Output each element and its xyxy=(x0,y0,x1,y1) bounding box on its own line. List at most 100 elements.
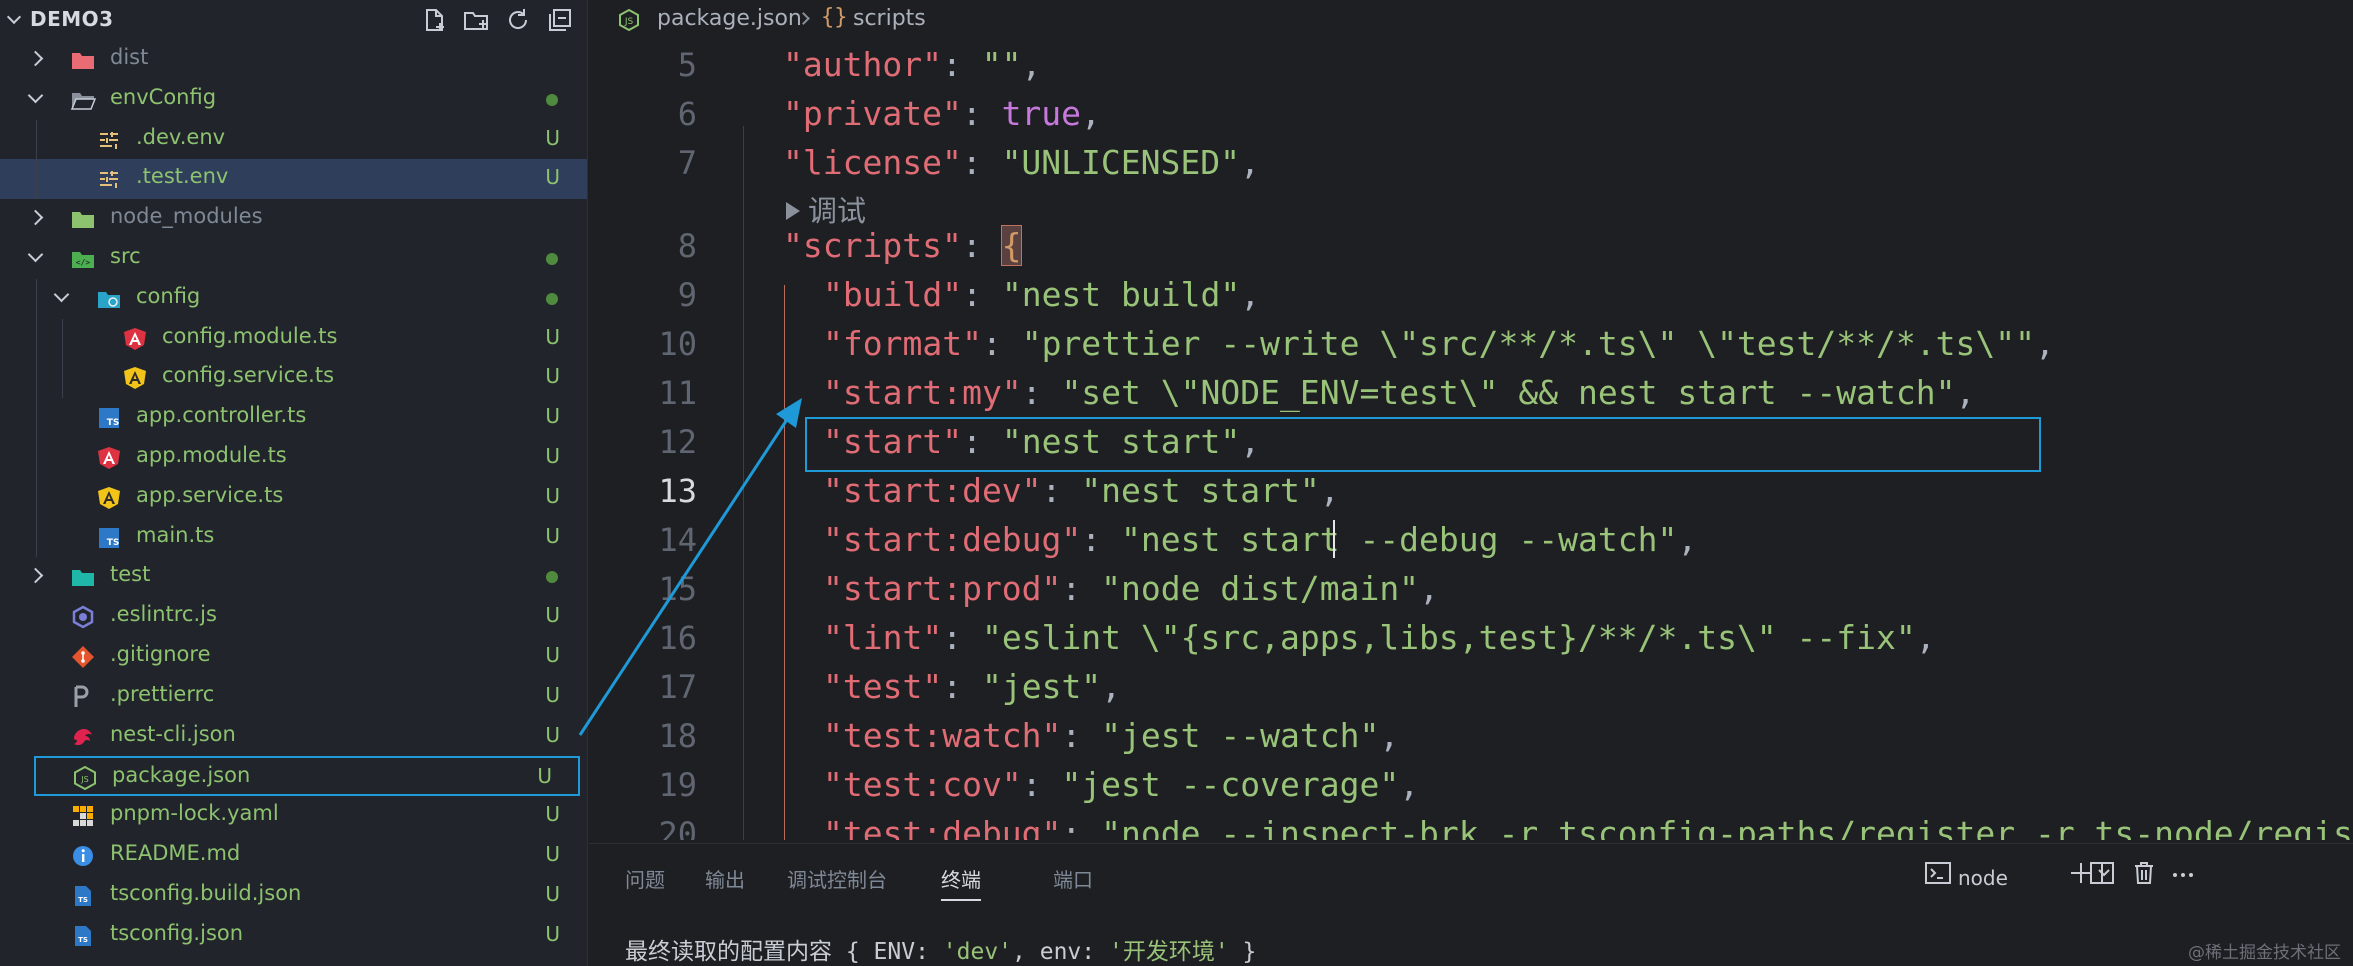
json-value: "set \"NODE_ENV=test\" && nest start --w… xyxy=(1061,373,1956,412)
chevron-down-icon[interactable] xyxy=(27,246,44,263)
code-editor[interactable]: 调试 5 "author": "", 6 "private": true, 7 "lice… xyxy=(589,40,2353,840)
tree-file[interactable]: TS tsconfig.json U xyxy=(0,916,587,956)
workspace-title[interactable]: DEMO3 xyxy=(30,7,114,31)
breadcrumb: JS package.json {} scripts xyxy=(589,0,2353,40)
code-line[interactable]: 14 "start:debug": "nest start --debug --w… xyxy=(589,515,2353,564)
new-folder-icon[interactable] xyxy=(462,6,492,34)
tree-item-label: app.module.ts xyxy=(136,443,287,467)
breadcrumb-symbol[interactable]: scripts xyxy=(853,6,926,31)
panel-tab[interactable]: 调试控制台 xyxy=(787,864,887,893)
chevron-down-icon[interactable] xyxy=(6,9,22,25)
tree-item-label: .prettierrc xyxy=(110,681,215,706)
code-line[interactable]: 11 "start:my": "set \"NODE_ENV=test\" && … xyxy=(589,368,2353,417)
panel-tab[interactable]: 输出 xyxy=(705,864,745,893)
git-status-badge: U xyxy=(545,404,560,429)
more-actions-icon[interactable] xyxy=(2169,858,2199,890)
tree-file[interactable]: TS app.controller.ts U xyxy=(0,398,587,438)
code-line[interactable]: 16 "lint": "eslint \"{src,apps,libs,test}… xyxy=(589,613,2353,662)
terminal-name[interactable]: node xyxy=(1958,866,2008,890)
tree-folder[interactable]: config xyxy=(0,278,587,319)
json-colon: : xyxy=(1021,373,1062,412)
split-terminal-icon[interactable] xyxy=(2087,858,2117,890)
code-line[interactable]: 15 "start:prod": "node dist/main", xyxy=(589,564,2353,613)
chevron-right-icon[interactable] xyxy=(27,568,44,584)
tree-item-label: src xyxy=(110,244,141,268)
json-key: "test" xyxy=(823,667,943,706)
tree-file[interactable]: JS package.json U xyxy=(34,756,580,797)
json-comma: , xyxy=(1240,275,1261,314)
eslint-icon xyxy=(70,605,96,629)
tree-folder[interactable]: test xyxy=(0,557,587,597)
tree-file[interactable]: .gitignore U xyxy=(0,637,587,677)
tree-folder[interactable]: node_modules xyxy=(0,199,587,239)
tree-item-label: nest-cli.json xyxy=(110,721,236,746)
code-line[interactable]: 13 "start:dev": "nest start", xyxy=(589,466,2353,515)
tree-indent-guide xyxy=(36,438,37,478)
tree-file[interactable]: TS tsconfig.build.json U xyxy=(0,876,587,916)
code-line[interactable]: 9 "build": "nest build", xyxy=(589,270,2353,319)
typescript-icon: TS xyxy=(96,406,122,430)
code-line[interactable]: 18 "test:watch": "jest --watch", xyxy=(589,711,2353,760)
tree-item-label: package.json xyxy=(112,763,251,788)
tree-file[interactable]: .dev.env U xyxy=(0,119,587,160)
code-line[interactable]: 8 "scripts": { xyxy=(589,221,2353,270)
panel-tab[interactable]: 问题 xyxy=(625,864,665,893)
line-number: 16 xyxy=(658,619,697,657)
tree-item-label: .eslintrc.js xyxy=(110,602,217,627)
folder-open-icon xyxy=(70,88,97,112)
panel-tab[interactable]: 终端 xyxy=(941,864,981,901)
tree-file[interactable]: .test.env U xyxy=(0,159,587,200)
code-line[interactable]: 5 "author": "", xyxy=(589,40,2353,89)
tree-file[interactable]: TS main.ts U xyxy=(0,517,587,558)
terminal-string: 'dev' xyxy=(942,939,1013,965)
tree-file[interactable]: config.service.ts U xyxy=(0,358,587,399)
json-key: "license" xyxy=(783,143,962,182)
code-line[interactable]: 6 "private": true, xyxy=(589,89,2353,138)
refresh-icon[interactable] xyxy=(504,6,534,34)
chevron-right-icon[interactable] xyxy=(27,50,44,67)
code-line[interactable]: 10 "format": "prettier --write \"src/**/*… xyxy=(589,319,2353,368)
code-text: "lint": "eslint \"{src,apps,libs,test}/*… xyxy=(823,618,1936,657)
json-colon: : xyxy=(1061,814,1102,840)
trash-icon[interactable] xyxy=(2129,858,2159,890)
breadcrumb-file[interactable]: package.json xyxy=(657,6,802,31)
tree-file[interactable]: README.md U xyxy=(0,836,587,876)
tree-file[interactable]: .prettierrc U xyxy=(0,677,587,717)
code-line[interactable]: 7 "license": "UNLICENSED", xyxy=(589,138,2353,187)
terminal-icon[interactable] xyxy=(1923,858,1953,890)
tree-indent-guide xyxy=(36,119,37,160)
tree-file[interactable]: config.module.ts U xyxy=(0,318,587,359)
tree-folder[interactable]: envConfig xyxy=(0,80,587,120)
chevron-down-icon[interactable] xyxy=(53,286,70,303)
json-key: "start:my" xyxy=(823,373,1022,412)
json-value: "prettier --write \"src/**/*.ts\" \"test… xyxy=(1021,324,2035,363)
code-line[interactable]: 20 "test:debug": "node --inspect-brk -r t… xyxy=(589,809,2353,840)
json-colon: : xyxy=(1061,569,1102,608)
tree-item-label: .dev.env xyxy=(136,124,226,149)
chevron-right-icon[interactable] xyxy=(27,209,44,226)
tree-file[interactable]: .eslintrc.js U xyxy=(0,597,587,637)
tree-file[interactable]: app.module.ts U xyxy=(0,438,587,478)
collapse-all-icon[interactable] xyxy=(546,6,576,34)
angular-yellow-icon xyxy=(96,486,122,510)
nodejs-icon: JS xyxy=(617,8,641,32)
tree-folder[interactable]: dist xyxy=(0,40,587,80)
tree-folder[interactable]: </> src xyxy=(0,239,587,279)
tree-item-label: app.service.ts xyxy=(136,482,284,507)
code-line[interactable]: 17 "test": "jest", xyxy=(589,662,2353,711)
folder-dist-icon xyxy=(70,48,96,72)
tree-indent-guide xyxy=(36,159,37,200)
terminal-output[interactable]: 最终读取的配置内容 { ENV: 'dev', env: '开发环境' } xyxy=(625,932,1256,966)
explorer-header: DEMO3 xyxy=(0,0,587,40)
new-file-icon[interactable] xyxy=(420,6,450,34)
tree-file[interactable]: pnpm-lock.yaml U xyxy=(0,796,587,836)
panel-tab[interactable]: 端口 xyxy=(1053,864,1093,893)
json-comma: , xyxy=(1955,373,1976,412)
svg-text:TS: TS xyxy=(78,896,88,904)
tree-file[interactable]: app.service.ts U xyxy=(0,477,587,518)
tree-indent-guide xyxy=(36,358,37,399)
code-line[interactable]: 19 "test:cov": "jest --coverage", xyxy=(589,760,2353,809)
chevron-down-icon[interactable] xyxy=(27,87,44,104)
json-colon: : xyxy=(1061,716,1102,755)
tree-file[interactable]: nest-cli.json U xyxy=(0,717,587,757)
